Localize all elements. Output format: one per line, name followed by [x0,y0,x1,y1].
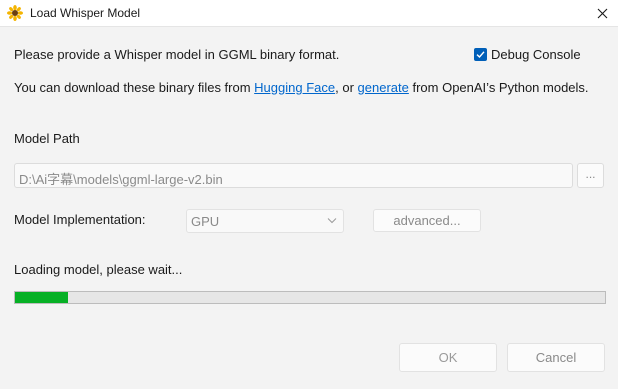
debug-console-label: Debug Console [491,47,581,62]
load-model-dialog: Load Whisper Model Please provide a Whis… [0,0,618,389]
browse-button[interactable]: ... [577,163,604,188]
checkmark-icon [476,51,485,59]
debug-console-toggle[interactable]: Debug Console [474,47,581,62]
intro-text: Please provide a Whisper model in GGML b… [14,47,340,62]
model-path-input[interactable]: D:\Ai字幕\models\ggml-large-v2.bin [14,163,573,188]
download-text-suffix: from OpenAI’s Python models. [408,80,589,95]
status-text: Loading model, please wait... [14,262,183,277]
selected-implementation: GPU [191,214,220,229]
loading-progress-bar [14,291,606,304]
progress-fill [15,292,69,303]
ok-button[interactable]: OK [399,343,497,372]
download-info: You can download these binary files from… [14,79,604,97]
title-bar: Load Whisper Model [0,0,618,27]
chevron-down-icon [327,218,337,224]
debug-console-checkbox[interactable] [474,48,487,61]
download-text-prefix: You can download these binary files from [14,80,255,95]
cancel-button[interactable]: Cancel [507,343,605,372]
sunflower-icon [7,5,23,21]
advanced-button[interactable]: advanced... [373,209,481,232]
close-button[interactable] [586,0,618,27]
model-path-label: Model Path [14,131,80,146]
model-implementation-select[interactable]: GPU [186,209,344,233]
download-text-middle: , or [335,80,358,95]
hugging-face-link[interactable]: Hugging Face [254,80,335,95]
generate-link[interactable]: generate [358,80,409,95]
close-icon [597,8,607,19]
window-title: Load Whisper Model [30,6,141,20]
model-implementation-label: Model Implementation: [14,212,146,227]
